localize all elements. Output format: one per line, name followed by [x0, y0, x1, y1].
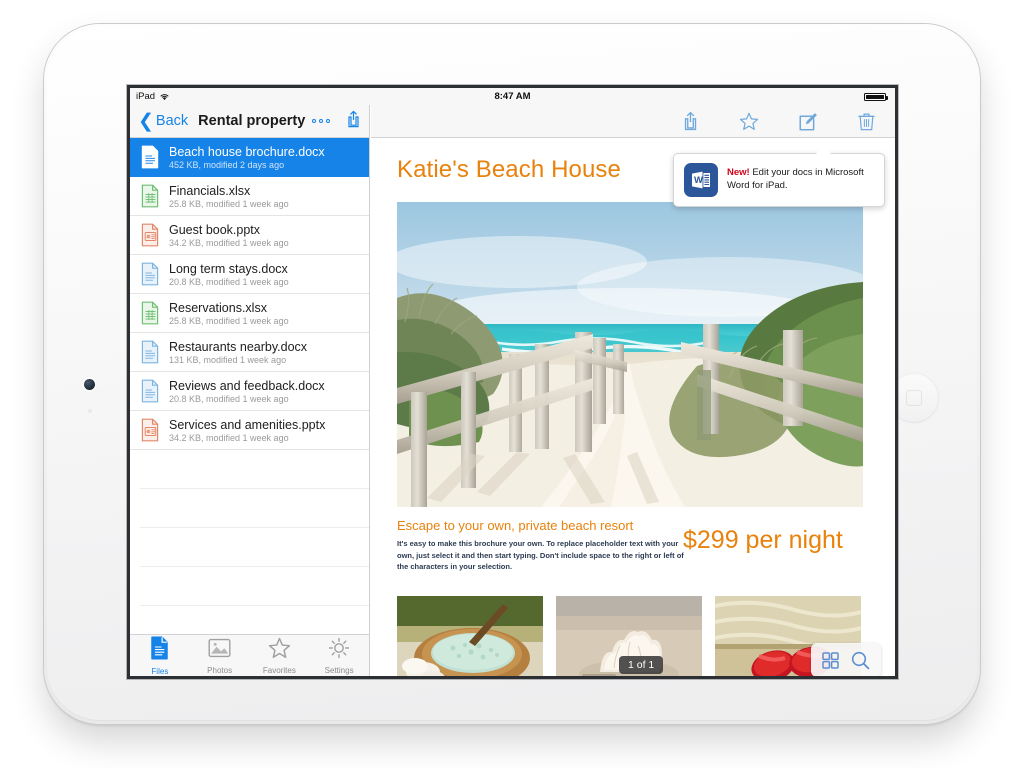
- list-item[interactable]: Beach house brochure.docx 452 KB, modifi…: [130, 138, 369, 177]
- bottom-tab-bar: Files Photos Favorites Settings: [130, 634, 369, 676]
- tab-files[interactable]: Files: [130, 636, 190, 676]
- list-item[interactable]: Long term stays.docx 20.8 KB, modified 1…: [130, 255, 369, 294]
- thumbnail-view-button[interactable]: [822, 651, 839, 669]
- battery-full-icon: [864, 93, 888, 101]
- beach-path-photo: [397, 202, 863, 507]
- wifi-icon: [160, 94, 169, 101]
- price-label: $299 per night: [683, 526, 843, 554]
- front-camera-icon: [84, 379, 95, 390]
- file-meta: 20.8 KB, modified 1 week ago: [169, 393, 289, 404]
- list-item[interactable]: Restaurants nearby.docx 131 KB, modified…: [130, 333, 369, 372]
- tooltip-new-badge: New!: [727, 167, 750, 179]
- page-indicator-badge: 1 of 1: [619, 656, 664, 674]
- edit-button[interactable]: [799, 112, 818, 131]
- xlsx-file-icon: [140, 184, 160, 208]
- pptx-file-icon: [140, 223, 160, 247]
- status-bar: iPad 8:47 AM: [130, 88, 895, 105]
- tooltip-message: New! Edit your docs in Microsoft Word fo…: [727, 167, 874, 193]
- tab-label: Photos: [207, 665, 233, 675]
- microsoft-word-icon: W: [684, 163, 718, 197]
- share-icon[interactable]: [346, 110, 361, 133]
- docx-file-icon: [140, 262, 160, 286]
- photo-icon: [208, 637, 231, 664]
- more-dots-icon[interactable]: [311, 118, 333, 124]
- file-info: Beach house brochure.docx 452 KB, modifi…: [169, 145, 325, 170]
- empty-list-row: [140, 489, 369, 528]
- document-subheading: Escape to your own, private beach resort: [397, 518, 634, 533]
- file-info: Restaurants nearby.docx 131 KB, modified…: [169, 340, 307, 365]
- list-item[interactable]: Reviews and feedback.docx 20.8 KB, modif…: [130, 372, 369, 411]
- file-info: Reservations.xlsx 25.8 KB, modified 1 we…: [169, 301, 289, 326]
- files-sidebar: ❮ Back Rental property Beach house broch…: [130, 105, 370, 676]
- search-icon[interactable]: [851, 651, 870, 670]
- back-button-label: Back: [155, 113, 189, 129]
- tab-settings[interactable]: Settings: [309, 637, 369, 675]
- document-body-text: It's easy to make this brochure your own…: [397, 539, 684, 572]
- status-bar-left: iPad: [136, 91, 170, 102]
- file-info: Long term stays.docx 20.8 KB, modified 1…: [169, 262, 289, 287]
- tab-label: Files: [151, 666, 169, 676]
- empty-list-row: [140, 567, 369, 606]
- file-name: Services and amenities.pptx: [169, 417, 326, 432]
- file-meta: 34.2 KB, modified 1 week ago: [169, 237, 289, 248]
- pptx-file-icon: [140, 418, 160, 442]
- page-title: Rental property: [198, 113, 306, 129]
- ipad-screen: iPad 8:47 AM ❮ Back Rental property Beac…: [130, 88, 895, 676]
- back-button[interactable]: ❮ Back: [138, 112, 188, 131]
- file-meta: 131 KB, modified 1 week ago: [169, 354, 287, 365]
- document-preview-pane: Katie's Beach House Escape to your own, …: [371, 105, 895, 676]
- file-meta: 20.8 KB, modified 1 week ago: [169, 276, 289, 287]
- file-name: Reviews and feedback.docx: [169, 378, 325, 393]
- file-meta: 34.2 KB, modified 1 week ago: [169, 432, 289, 443]
- file-info: Financials.xlsx 25.8 KB, modified 1 week…: [169, 184, 289, 209]
- home-button[interactable]: [889, 373, 939, 423]
- document-page: Katie's Beach House Escape to your own, …: [371, 138, 895, 676]
- share-button[interactable]: [682, 111, 699, 131]
- file-name: Long term stays.docx: [169, 261, 288, 276]
- star-icon: [268, 637, 291, 664]
- tab-photos[interactable]: Photos: [190, 637, 250, 675]
- file-name: Guest book.pptx: [169, 222, 261, 237]
- bath-salts-bowl-photo: [397, 596, 543, 676]
- delete-button[interactable]: [858, 112, 875, 131]
- chevron-left-icon: ❮: [138, 110, 154, 132]
- favorite-button[interactable]: [739, 112, 759, 131]
- file-meta: 25.8 KB, modified 1 week ago: [169, 198, 289, 209]
- empty-list-row: [140, 528, 369, 567]
- file-icon: [149, 636, 170, 665]
- xlsx-file-icon: [140, 301, 160, 325]
- file-info: Reviews and feedback.docx 20.8 KB, modif…: [169, 379, 325, 404]
- docx-file-icon: [140, 145, 160, 169]
- document-toolbar: [371, 105, 895, 138]
- word-promo-tooltip[interactable]: W New! Edit your docs in Microsoft Word …: [673, 153, 885, 207]
- floating-controls: [811, 643, 881, 676]
- ambient-sensor-icon: [88, 409, 92, 413]
- clock-label: 8:47 AM: [494, 91, 531, 102]
- carrier-label: iPad: [136, 91, 156, 102]
- docx-file-icon: [140, 379, 160, 403]
- list-item[interactable]: Financials.xlsx 25.8 KB, modified 1 week…: [130, 177, 369, 216]
- docx-file-icon: [140, 340, 160, 364]
- file-name: Beach house brochure.docx: [169, 144, 325, 159]
- home-button-square-icon: [906, 390, 922, 406]
- file-info: Services and amenities.pptx 34.2 KB, mod…: [169, 418, 325, 443]
- file-name: Restaurants nearby.docx: [169, 339, 308, 354]
- file-meta: 25.8 KB, modified 1 week ago: [169, 315, 289, 326]
- file-meta: 452 KB, modified 2 days ago: [169, 159, 285, 170]
- file-list[interactable]: Beach house brochure.docx 452 KB, modifi…: [130, 138, 369, 634]
- empty-list-row: [140, 606, 369, 634]
- tab-label: Favorites: [262, 665, 296, 675]
- list-item[interactable]: Services and amenities.pptx 34.2 KB, mod…: [130, 411, 369, 450]
- file-name: Reservations.xlsx: [169, 300, 267, 315]
- tab-favorites[interactable]: Favorites: [250, 637, 310, 675]
- file-info: Guest book.pptx 34.2 KB, modified 1 week…: [169, 223, 289, 248]
- gear-icon: [328, 637, 350, 664]
- sidebar-navigation-bar: ❮ Back Rental property: [130, 105, 369, 138]
- file-name: Financials.xlsx: [169, 183, 251, 198]
- list-item[interactable]: Guest book.pptx 34.2 KB, modified 1 week…: [130, 216, 369, 255]
- list-item[interactable]: Reservations.xlsx 25.8 KB, modified 1 we…: [130, 294, 369, 333]
- svg-text:W: W: [694, 175, 703, 186]
- empty-list-row: [140, 450, 369, 489]
- tab-label: Settings: [324, 665, 354, 675]
